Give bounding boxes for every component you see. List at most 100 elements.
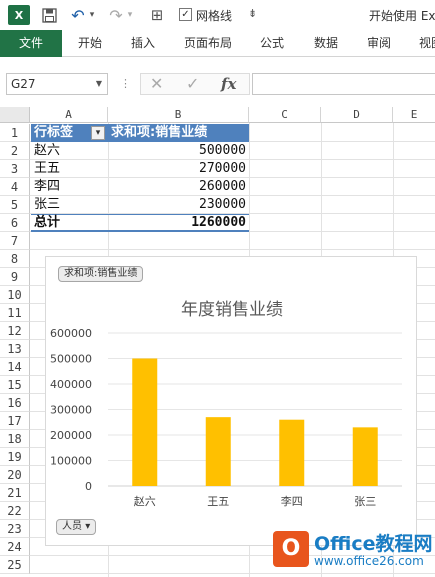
row-line (30, 249, 435, 250)
column-header-d[interactable]: D (321, 107, 393, 123)
y-tick-label: 300000 (50, 404, 92, 417)
row-header[interactable]: 14 (0, 358, 30, 376)
x-tick-label: 李四 (281, 494, 303, 508)
row-header[interactable]: 17 (0, 412, 30, 430)
row-header[interactable]: 18 (0, 430, 30, 448)
pivot-row-label[interactable]: 王五 (32, 160, 108, 178)
column-header-c[interactable]: C (249, 107, 321, 123)
bar[interactable] (205, 417, 231, 486)
grand-total-label[interactable]: 总计 (32, 214, 108, 232)
row-header[interactable]: 6 (0, 214, 30, 232)
column-header-e[interactable]: E (393, 107, 435, 123)
name-box[interactable]: G27 ▼ (6, 73, 108, 95)
pivot-row-label[interactable]: 李四 (32, 178, 108, 196)
y-tick-label: 500000 (50, 353, 92, 366)
row-header[interactable]: 15 (0, 376, 30, 394)
worksheet-grid[interactable]: A B C D E 1 2 3 4 5 6 7 8 9 10 11 12 13 14 15 16 17 18 19 2… (0, 107, 435, 577)
pivot-row-value[interactable]: 270000 (109, 160, 248, 178)
formula-input[interactable] (252, 73, 435, 95)
value-field-header: 求和项:销售业绩 (111, 125, 208, 140)
column-header-a[interactable]: A (30, 107, 108, 123)
pivot-row-value[interactable]: 260000 (109, 178, 248, 196)
bar[interactable] (352, 427, 378, 486)
filter-dropdown-icon[interactable]: ▾ (91, 126, 105, 140)
y-tick-label: 100000 (50, 455, 92, 468)
gridlines-label: 网格线 (196, 9, 233, 23)
row-header[interactable]: 2 (0, 142, 30, 160)
row-header[interactable]: 8 (0, 250, 30, 268)
pivot-row-value[interactable]: 500000 (109, 142, 248, 160)
tab-file[interactable]: 文件 (0, 30, 62, 57)
window-title: 开始使用 Ex (369, 9, 435, 23)
borders-icon[interactable]: ⊞ (148, 5, 166, 25)
tab-home[interactable]: 开始 (78, 30, 102, 57)
row-header[interactable]: 25 (0, 556, 30, 574)
undo-icon[interactable]: ↶ (70, 5, 86, 25)
row-header[interactable]: 4 (0, 178, 30, 196)
x-tick-label: 张三 (354, 495, 376, 508)
name-box-value: G27 (11, 77, 36, 91)
axis-field-button[interactable]: 人员 ▾ (56, 519, 97, 535)
grand-total-value[interactable]: 1260000 (109, 214, 248, 232)
ribbon-tabs: 文件 开始 插入 页面布局 公式 数据 审阅 视图 (0, 30, 435, 57)
watermark-name: Office教程网 (314, 533, 433, 555)
watermark-url: www.office26.com (314, 554, 424, 568)
row-header[interactable]: 24 (0, 538, 30, 556)
row-header[interactable]: 16 (0, 394, 30, 412)
row-header[interactable]: 12 (0, 322, 30, 340)
row-header[interactable]: 1 (0, 124, 30, 142)
row-header[interactable]: 7 (0, 232, 30, 250)
pivot-row-label[interactable]: 张三 (32, 196, 108, 214)
row-header[interactable]: 21 (0, 484, 30, 502)
tab-data[interactable]: 数据 (314, 30, 338, 57)
pivot-row-value[interactable]: 230000 (109, 196, 248, 214)
bar[interactable] (279, 419, 305, 486)
chevron-down-icon: ▾ (85, 521, 91, 532)
y-tick-label: 0 (85, 480, 92, 493)
pivot-row-label[interactable]: 赵六 (32, 142, 108, 160)
row-header[interactable]: 19 (0, 448, 30, 466)
row-header[interactable]: 22 (0, 502, 30, 520)
quick-access-toolbar: X ↶ ▾ ↷ ▾ ⊞ ✓ 网格线 ⇟ 开始使用 Ex (0, 0, 435, 30)
x-tick-label: 王五 (207, 495, 229, 508)
insert-function-icon[interactable]: fx (221, 74, 236, 94)
tab-page-layout[interactable]: 页面布局 (184, 30, 232, 57)
gridlines-checkbox[interactable]: ✓ (179, 8, 192, 21)
chevron-down-icon[interactable]: ▼ (96, 74, 102, 94)
column-header-b[interactable]: B (108, 107, 249, 123)
customize-toolbar-icon[interactable]: ⇟ (248, 7, 257, 20)
pivot-chart[interactable]: 求和项:销售业绩 年度销售业绩 0 100000 200000 300000 40000… (45, 256, 417, 546)
save-icon[interactable] (40, 5, 58, 25)
redo-icon[interactable]: ↷ (108, 5, 124, 25)
redo-dropdown-icon[interactable]: ▾ (125, 5, 135, 25)
formula-buttons: ✕ ✓ fx (140, 73, 250, 95)
undo-dropdown-icon[interactable]: ▾ (87, 5, 97, 25)
row-header[interactable]: 23 (0, 520, 30, 538)
row-header[interactable]: 20 (0, 466, 30, 484)
cancel-icon[interactable]: ✕ (150, 74, 163, 94)
row-header[interactable]: 13 (0, 340, 30, 358)
site-watermark: O Office教程网 www.office26.com (270, 527, 435, 575)
tab-insert[interactable]: 插入 (131, 30, 155, 57)
x-tick-label: 赵六 (134, 494, 156, 508)
select-all-corner[interactable] (0, 107, 30, 123)
enter-icon[interactable]: ✓ (186, 74, 199, 94)
formula-bar: G27 ▼ ⋮ ✕ ✓ fx (0, 57, 435, 107)
row-header[interactable]: 11 (0, 304, 30, 322)
y-tick-label: 200000 (50, 429, 92, 442)
tab-formulas[interactable]: 公式 (260, 30, 284, 57)
formula-bar-splitter[interactable]: ⋮ (120, 77, 131, 90)
row-header[interactable]: 3 (0, 160, 30, 178)
y-tick-label: 400000 (50, 378, 92, 391)
row-header[interactable]: 9 (0, 268, 30, 286)
chart-plot-area: 0 100000 200000 300000 400000 500000 600000 赵六 王… (50, 327, 402, 508)
row-labels-header: 行标签 (34, 125, 74, 140)
bar[interactable] (132, 358, 158, 487)
tab-view[interactable]: 视图 (419, 30, 435, 57)
office-logo-icon: O (273, 531, 309, 567)
axis-field-label: 人员 (62, 521, 82, 532)
row-header[interactable]: 5 (0, 196, 30, 214)
row-header[interactable]: 10 (0, 286, 30, 304)
y-tick-label: 600000 (50, 327, 92, 340)
tab-review[interactable]: 审阅 (367, 30, 391, 57)
